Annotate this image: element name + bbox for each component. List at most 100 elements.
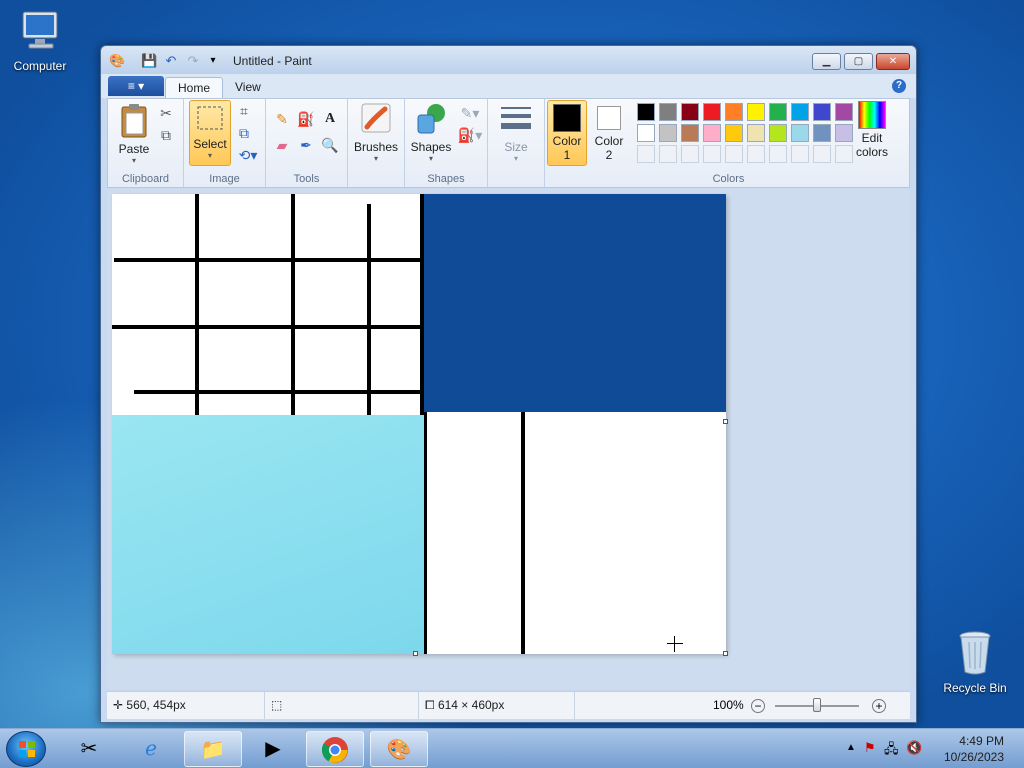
paint-app-icon[interactable]: 🎨 <box>109 53 125 69</box>
paste-label: Paste <box>118 142 150 156</box>
pencil-icon[interactable]: ✎ <box>272 109 292 129</box>
resize-icon[interactable]: ⧉ <box>234 123 254 143</box>
color-swatch[interactable] <box>725 103 743 121</box>
show-hidden-icons-icon[interactable]: ▲ <box>846 742 856 753</box>
cut-icon[interactable]: ✂ <box>156 103 176 123</box>
image-group: Select ▾ ⌗ ⧉ ⟲▾ Image <box>184 99 266 187</box>
color-swatch[interactable] <box>747 103 765 121</box>
color-picker-icon[interactable]: ✒ <box>296 135 316 155</box>
color-swatch[interactable] <box>703 124 721 142</box>
volume-muted-icon[interactable]: 🔇 <box>906 740 922 756</box>
fill-icon[interactable]: ⛽ <box>296 109 316 129</box>
crop-icon[interactable]: ⌗ <box>234 101 254 121</box>
size-dropdown-icon[interactable]: ▾ <box>492 154 540 163</box>
magnifier-icon[interactable]: 🔍 <box>320 135 340 155</box>
outline-icon[interactable]: ✎▾ <box>457 103 483 123</box>
snipping-tool-taskbar-button[interactable]: ✂ <box>60 731 118 767</box>
action-center-flag-icon[interactable]: ⚑ <box>864 740 876 756</box>
canvas[interactable] <box>112 194 726 654</box>
color-swatch[interactable] <box>769 103 787 121</box>
color2-button[interactable]: Color 2 <box>589 100 629 162</box>
text-icon[interactable]: A <box>320 109 340 129</box>
chrome-taskbar-button[interactable] <box>306 731 364 767</box>
resize-handle-bottom[interactable] <box>413 651 418 656</box>
paint-taskbar-button[interactable]: 🎨 <box>370 731 428 767</box>
customize-quick-access-icon[interactable]: ▾ <box>205 53 221 69</box>
paste-button[interactable]: Paste ▾ <box>114 101 154 165</box>
color-swatch[interactable] <box>659 103 677 121</box>
size-button[interactable]: Size ▾ <box>492 101 540 163</box>
line-size-icon <box>501 107 531 129</box>
custom-color-slot[interactable] <box>725 145 743 163</box>
edit-colors-button[interactable]: Edit colors <box>851 101 893 159</box>
color-swatch[interactable] <box>725 124 743 142</box>
save-icon[interactable]: 💾 <box>141 53 157 69</box>
recycle-bin-desktop-icon[interactable]: Recycle Bin <box>935 628 1015 695</box>
image-size-segment: ⧠ 614 × 460px <box>419 692 575 719</box>
close-button[interactable]: ✕ <box>876 53 910 70</box>
tools-group-label: Tools <box>293 173 320 185</box>
file-explorer-taskbar-button[interactable]: 📁 <box>184 731 242 767</box>
dark-blue-rectangle <box>424 194 726 412</box>
ribbon-tab-row: ≡ ▾ Home View ? <box>101 74 916 98</box>
maximize-button[interactable]: ▢ <box>844 53 873 70</box>
media-player-taskbar-button[interactable]: ▶ <box>244 731 302 767</box>
tools-group: ✎ ⛽ A ▰ ✒ 🔍 Tools <box>266 99 348 187</box>
copy-icon[interactable]: ⧉ <box>156 125 176 145</box>
paste-dropdown-icon[interactable]: ▾ <box>114 156 154 165</box>
color-swatch[interactable] <box>791 124 809 142</box>
resize-handle-right[interactable] <box>723 419 728 424</box>
shapes-button[interactable]: Shapes ▾ <box>409 101 453 163</box>
custom-color-slot[interactable] <box>769 145 787 163</box>
title-bar[interactable]: 🎨 💾 ↶ ↷ ▾ Untitled - Paint ▁ ▢ ✕ <box>101 46 916 74</box>
brushes-button[interactable]: Brushes ▾ <box>352 101 400 163</box>
color-swatch[interactable] <box>769 124 787 142</box>
custom-color-slot[interactable] <box>637 145 655 163</box>
tab-home[interactable]: Home <box>165 77 224 98</box>
clock-time[interactable]: 4:49 PM <box>959 734 1004 748</box>
zoom-in-button[interactable]: + <box>872 699 886 713</box>
shape-fill-icon[interactable]: ⛽▾ <box>457 125 483 145</box>
custom-color-slot[interactable] <box>703 145 721 163</box>
color-swatch[interactable] <box>747 124 765 142</box>
drawn-line <box>367 204 371 416</box>
rotate-icon[interactable]: ⟲▾ <box>234 145 262 165</box>
brushes-dropdown-icon[interactable]: ▾ <box>352 154 400 163</box>
color-swatch[interactable] <box>637 124 655 142</box>
select-dropdown-icon[interactable]: ▾ <box>190 151 230 160</box>
color-swatch[interactable] <box>813 124 831 142</box>
select-button[interactable]: Select ▾ <box>189 100 231 166</box>
computer-desktop-icon[interactable]: Computer <box>0 8 80 73</box>
custom-color-slot[interactable] <box>791 145 809 163</box>
help-icon[interactable]: ? <box>892 79 906 93</box>
custom-color-slot[interactable] <box>681 145 699 163</box>
zoom-slider-thumb[interactable] <box>813 698 821 712</box>
shapes-dropdown-icon[interactable]: ▾ <box>409 154 453 163</box>
undo-icon[interactable]: ↶ <box>163 53 179 69</box>
file-menu-button[interactable]: ≡ ▾ <box>108 76 164 96</box>
eraser-icon[interactable]: ▰ <box>272 135 292 155</box>
color-swatch[interactable] <box>703 103 721 121</box>
internet-explorer-taskbar-button[interactable]: ℯ <box>122 731 180 767</box>
network-icon[interactable]: 🖧 <box>884 740 899 762</box>
color-swatch[interactable] <box>791 103 809 121</box>
zoom-out-button[interactable]: − <box>751 699 765 713</box>
color-swatch[interactable] <box>813 103 831 121</box>
start-button[interactable] <box>6 731 46 767</box>
color-swatch[interactable] <box>659 124 677 142</box>
recycle-bin-label: Recycle Bin <box>943 681 1007 695</box>
color-swatch[interactable] <box>681 103 699 121</box>
color-swatch[interactable] <box>637 103 655 121</box>
tab-view[interactable]: View <box>223 77 273 98</box>
color-swatch[interactable] <box>681 124 699 142</box>
internet-explorer-icon: ℯ <box>145 738 157 760</box>
color1-button[interactable]: Color 1 <box>547 100 587 166</box>
custom-color-slot[interactable] <box>747 145 765 163</box>
custom-color-slot[interactable] <box>659 145 677 163</box>
computer-label: Computer <box>13 59 67 73</box>
resize-handle-corner[interactable] <box>723 651 728 656</box>
minimize-button[interactable]: ▁ <box>812 53 841 70</box>
custom-color-slot[interactable] <box>813 145 831 163</box>
redo-icon[interactable]: ↷ <box>185 53 201 69</box>
clock-date[interactable]: 10/26/2023 <box>944 750 1004 764</box>
